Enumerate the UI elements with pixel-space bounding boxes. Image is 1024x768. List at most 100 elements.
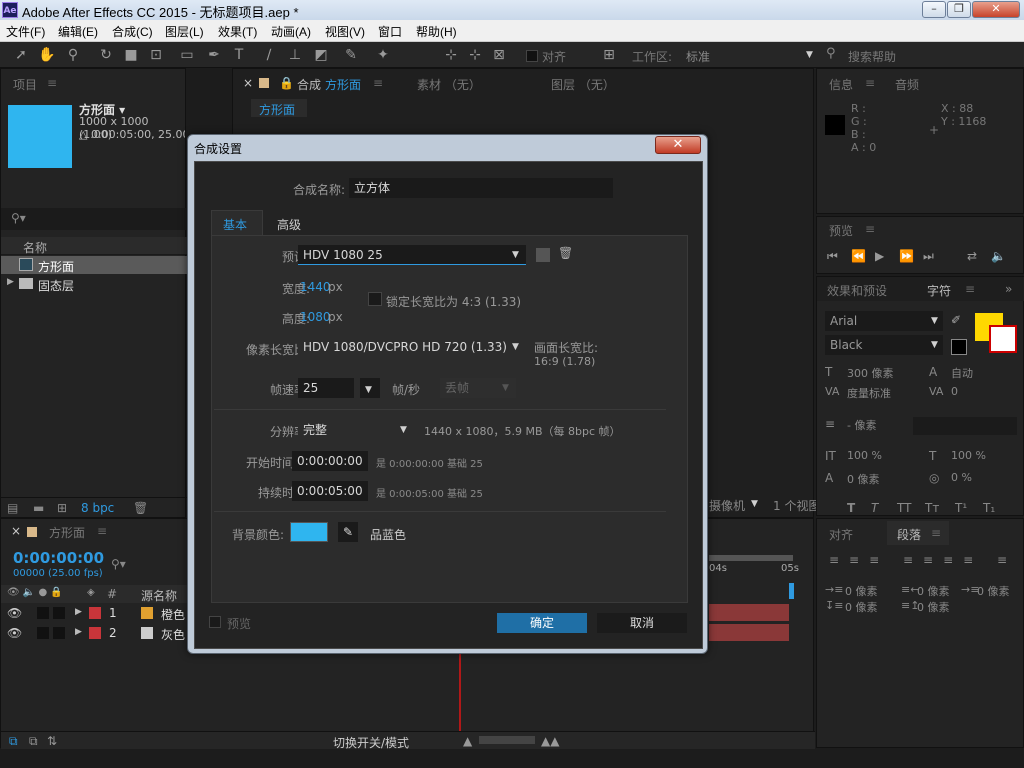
project-row-composition[interactable]: 方形面 (1, 256, 187, 274)
effects-presets-tab[interactable]: 效果和预设 (827, 282, 887, 299)
layer-duration-bar[interactable] (709, 604, 789, 621)
selection-tool-icon[interactable]: ➚ (12, 46, 30, 64)
source-name-header[interactable]: 源名称 (141, 587, 177, 604)
play-icon[interactable]: ▶ (875, 249, 884, 263)
view-axis-icon[interactable]: ⊠ (490, 46, 508, 64)
tracking-value[interactable]: 0 (951, 385, 958, 398)
character-tab[interactable]: 字符 (927, 282, 951, 299)
roto-brush-tool-icon[interactable]: ✎ (342, 46, 360, 64)
camera-select[interactable]: 摄像机 (709, 497, 745, 514)
audio-icon[interactable]: 🔈 (991, 249, 1006, 263)
next-frame-icon[interactable]: ⏩ (899, 249, 914, 263)
rotate-tool-icon[interactable]: ↻ (97, 46, 115, 64)
search-help-input[interactable]: 搜索帮助 (848, 48, 896, 65)
menu-file[interactable]: 文件(F) (6, 23, 45, 40)
small-caps-icon[interactable]: Tт (925, 501, 939, 515)
brush-tool-icon[interactable]: ∕ (260, 46, 278, 64)
local-axis-icon[interactable]: ⊹ (442, 46, 460, 64)
menu-effect[interactable]: 效果(T) (218, 23, 257, 40)
new-composition-icon[interactable]: ⊞ (57, 501, 67, 515)
minimize-button[interactable]: – (922, 1, 946, 18)
menu-layer[interactable]: 图层(L) (165, 23, 204, 40)
font-style-select[interactable]: Black (825, 335, 943, 355)
lock-toggle[interactable] (53, 607, 65, 619)
first-frame-icon[interactable]: ⏮ (827, 249, 838, 264)
layer-label-color[interactable] (89, 607, 101, 619)
bit-depth-button[interactable]: 8 bpc (81, 501, 114, 515)
chevron-down-icon[interactable]: ▼ (931, 340, 938, 350)
workspace-chevron-down-icon[interactable]: ▼ (806, 50, 813, 60)
lock-aspect-checkbox[interactable] (368, 292, 382, 306)
resolution-select[interactable]: 完整 (298, 420, 416, 440)
in-out-icon[interactable]: ⇅ (47, 734, 57, 748)
type-tool-icon[interactable]: T (230, 46, 248, 64)
menu-animation[interactable]: 动画(A) (271, 23, 311, 40)
preview-tab[interactable]: 预览 (829, 222, 853, 239)
interpret-footage-icon[interactable]: ▤ (7, 501, 18, 515)
hand-tool-icon[interactable]: ✋ (38, 46, 56, 64)
panel-menu-icon[interactable]: ≡ (931, 526, 941, 540)
stroke-color-swatch[interactable] (989, 325, 1017, 353)
comp-name-input[interactable]: 立方体 (349, 178, 613, 198)
font-family-select[interactable]: Arial (825, 311, 943, 331)
expand-arrow-icon[interactable]: ▶ (75, 627, 82, 637)
menu-edit[interactable]: 编辑(E) (58, 23, 98, 40)
zoom-tool-icon[interactable]: ⚲ (64, 46, 82, 64)
work-area-bar[interactable] (709, 555, 793, 561)
faux-bold-icon[interactable]: T (847, 501, 855, 515)
project-tab[interactable]: 项目 (13, 76, 37, 93)
work-area-end-handle[interactable] (789, 583, 794, 599)
layer-duration-bar[interactable] (709, 624, 789, 641)
chevron-down-icon[interactable]: ▼ (502, 383, 509, 393)
eraser-tool-icon[interactable]: ◩ (312, 46, 330, 64)
delete-preset-icon[interactable]: 🗑 (558, 246, 573, 260)
expand-arrow-icon[interactable]: ▶ (75, 607, 82, 617)
project-row-folder[interactable]: ▶ 固态层 (1, 275, 187, 293)
paragraph-alignment-icons[interactable]: ≡≡≡ ≡≡≡≡ ≡ (829, 553, 1017, 567)
duration-input[interactable]: 0:00:05:00 (292, 481, 368, 501)
cancel-button[interactable]: 取消 (597, 613, 687, 633)
baseline-shift-value[interactable]: 0 像素 (847, 471, 880, 487)
height-value[interactable]: 1080 (300, 310, 331, 324)
comp-tab-prefix[interactable]: 合成 (297, 76, 321, 93)
panel-menu-icon[interactable]: ≡ (97, 524, 107, 538)
timeline-layer-row[interactable]: 👁 ▶ 2 灰色 (1, 624, 187, 643)
layer-name[interactable]: 橙色 (161, 606, 185, 623)
solo-toggle[interactable] (37, 607, 49, 619)
close-tab-icon[interactable]: × (11, 524, 21, 538)
new-folder-icon[interactable]: ▬ (33, 501, 44, 515)
info-tab[interactable]: 信息 (829, 76, 853, 93)
panel-menu-icon[interactable]: ≡ (865, 76, 875, 90)
horizontal-scale-value[interactable]: 100 % (951, 449, 986, 462)
close-window-button[interactable]: ✕ (972, 1, 1020, 18)
subscript-icon[interactable]: T₁ (983, 501, 995, 515)
visibility-eye-icon[interactable]: 👁 (7, 606, 22, 620)
width-value[interactable]: 1440 (300, 280, 331, 294)
trash-icon[interactable]: 🗑 (133, 501, 148, 515)
vertical-scale-value[interactable]: 100 % (847, 449, 882, 462)
loop-icon[interactable]: ⇄ (967, 249, 977, 263)
eyedropper-icon[interactable]: ✎ (338, 522, 358, 542)
chevron-down-icon[interactable]: ▼ (751, 499, 758, 509)
tab-basic[interactable]: 基本 (223, 216, 247, 233)
menu-composition[interactable]: 合成(C) (112, 23, 153, 40)
solo-toggle[interactable] (37, 627, 49, 639)
footage-tab[interactable]: 素材 （无） (417, 76, 481, 93)
layer-name[interactable]: 灰色 (161, 626, 185, 643)
pen-tool-icon[interactable]: ✒ (205, 46, 223, 64)
eyedropper-icon[interactable]: ✐ (951, 313, 961, 327)
indent-first-value[interactable]: 0 像素 (977, 583, 1010, 599)
zoom-in-icon[interactable]: ▲▲ (541, 734, 559, 748)
lock-toggle[interactable] (53, 627, 65, 639)
superscript-icon[interactable]: T¹ (955, 501, 967, 515)
maximize-button[interactable]: ❐ (947, 1, 971, 18)
layer-label-color[interactable] (89, 627, 101, 639)
column-name-header[interactable]: 名称 (23, 239, 47, 256)
dialog-close-button[interactable]: ✕ (655, 136, 701, 154)
stroke-style-select[interactable] (913, 417, 1017, 435)
last-frame-icon[interactable]: ⏭ (923, 249, 934, 264)
leading-value[interactable]: 自动 (951, 365, 973, 381)
pan-behind-tool-icon[interactable]: ⊡ (147, 46, 165, 64)
timeline-tab[interactable]: 方形面 (49, 524, 85, 541)
view-layout-select[interactable]: 1 个视图 (773, 497, 820, 514)
